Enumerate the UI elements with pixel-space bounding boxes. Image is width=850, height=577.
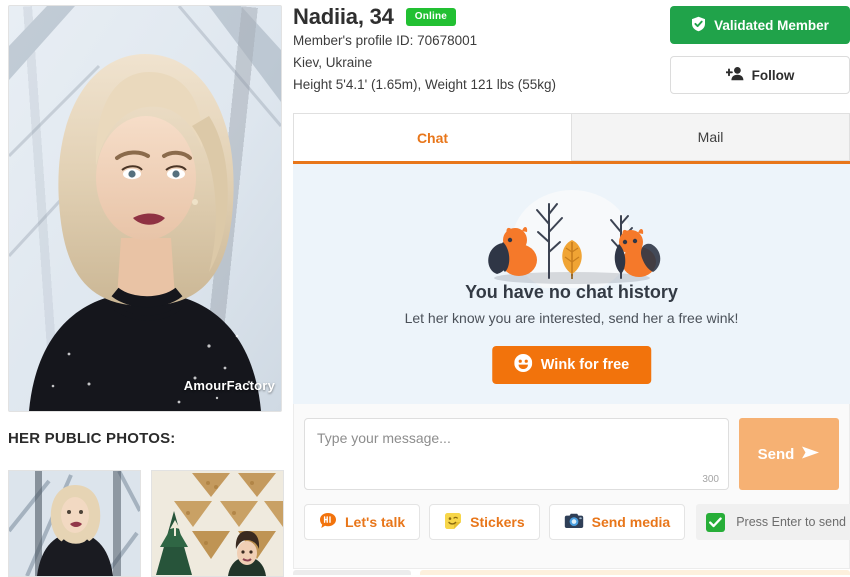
wink-for-free-button[interactable]: Wink for free xyxy=(491,346,652,384)
photos-column: AmourFactory HER PUBLIC PHOTOS: xyxy=(0,0,285,577)
tab-mail-label: Mail xyxy=(697,129,724,145)
enter-to-send-checkbox[interactable] xyxy=(706,512,726,532)
no-chat-history-illustration xyxy=(467,180,677,294)
sticker-icon xyxy=(444,512,462,533)
public-photos-thumbnails xyxy=(8,470,285,577)
send-media-button[interactable]: Send media xyxy=(548,504,686,540)
thumbnail-photo-1[interactable] xyxy=(8,470,141,577)
tab-chat[interactable]: Chat xyxy=(293,113,572,161)
shield-check-icon xyxy=(691,16,706,35)
press-enter-to-send-toggle[interactable]: Press Enter to send xyxy=(696,504,850,540)
main-profile-photo[interactable]: AmourFactory xyxy=(8,5,282,412)
chat-history-panel: You have no chat history Let her know yo… xyxy=(293,161,850,404)
bottom-peek-left xyxy=(293,570,411,575)
send-label: Send xyxy=(757,445,795,463)
send-media-label: Send media xyxy=(591,514,671,530)
message-input[interactable] xyxy=(305,419,728,489)
check-icon xyxy=(709,516,722,527)
squirrel-right xyxy=(614,228,660,277)
wink-face-icon xyxy=(513,354,532,376)
tab-mail[interactable]: Mail xyxy=(572,113,850,161)
enter-to-send-label: Press Enter to send xyxy=(736,515,846,529)
camera-icon xyxy=(564,513,584,532)
profile-header: Nadiia, 34 Online Member's profile ID: 7… xyxy=(293,0,850,112)
composer-actions-row: Let's talk Stickers Send media Press Ent… xyxy=(304,504,850,540)
chat-mail-tabs: Chat Mail xyxy=(293,113,850,161)
stickers-label: Stickers xyxy=(470,514,525,530)
main-photo-image xyxy=(9,6,281,411)
bottom-partial-row xyxy=(293,570,850,575)
empty-chat-title: You have no chat history xyxy=(465,282,678,302)
follow-button[interactable]: Follow xyxy=(670,56,850,94)
photo-watermark: AmourFactory xyxy=(183,378,275,393)
validated-member-label: Validated Member xyxy=(714,17,829,33)
header-actions: Validated Member Follow xyxy=(670,6,850,94)
profile-chat-column: Nadiia, 34 Online Member's profile ID: 7… xyxy=(285,0,850,575)
lets-talk-label: Let's talk xyxy=(345,514,406,530)
validated-member-button[interactable]: Validated Member xyxy=(670,6,850,44)
thumbnail-photo-2[interactable] xyxy=(151,470,284,577)
follow-label: Follow xyxy=(751,67,795,83)
squirrels-and-trees-illustration xyxy=(487,190,660,294)
thumbnail-2-image xyxy=(152,471,283,576)
thumbnail-1-image xyxy=(9,471,140,576)
profile-chat-page: AmourFactory HER PUBLIC PHOTOS: Nadiia, … xyxy=(0,0,850,577)
hi-speech-bubble-icon xyxy=(319,512,337,533)
character-counter: 300 xyxy=(702,474,719,485)
stickers-button[interactable]: Stickers xyxy=(429,504,540,540)
status-badge: Online xyxy=(405,8,457,26)
empty-chat-subtitle: Let her know you are interested, send he… xyxy=(404,310,739,326)
send-button[interactable]: Send xyxy=(739,418,839,490)
message-input-wrapper: 300 xyxy=(304,418,729,490)
lets-talk-button[interactable]: Let's talk xyxy=(304,504,421,540)
bottom-peek-right xyxy=(420,570,850,575)
add-person-icon xyxy=(724,66,744,84)
message-composer: 300 Send xyxy=(293,404,850,569)
composer-input-row: 300 Send xyxy=(304,418,839,490)
send-arrow-icon xyxy=(801,444,820,465)
wink-for-free-label: Wink for free xyxy=(540,357,630,373)
page-title: Nadiia, 34 xyxy=(293,4,394,29)
tab-chat-label: Chat xyxy=(416,129,449,146)
public-photos-heading: HER PUBLIC PHOTOS: xyxy=(8,430,176,447)
